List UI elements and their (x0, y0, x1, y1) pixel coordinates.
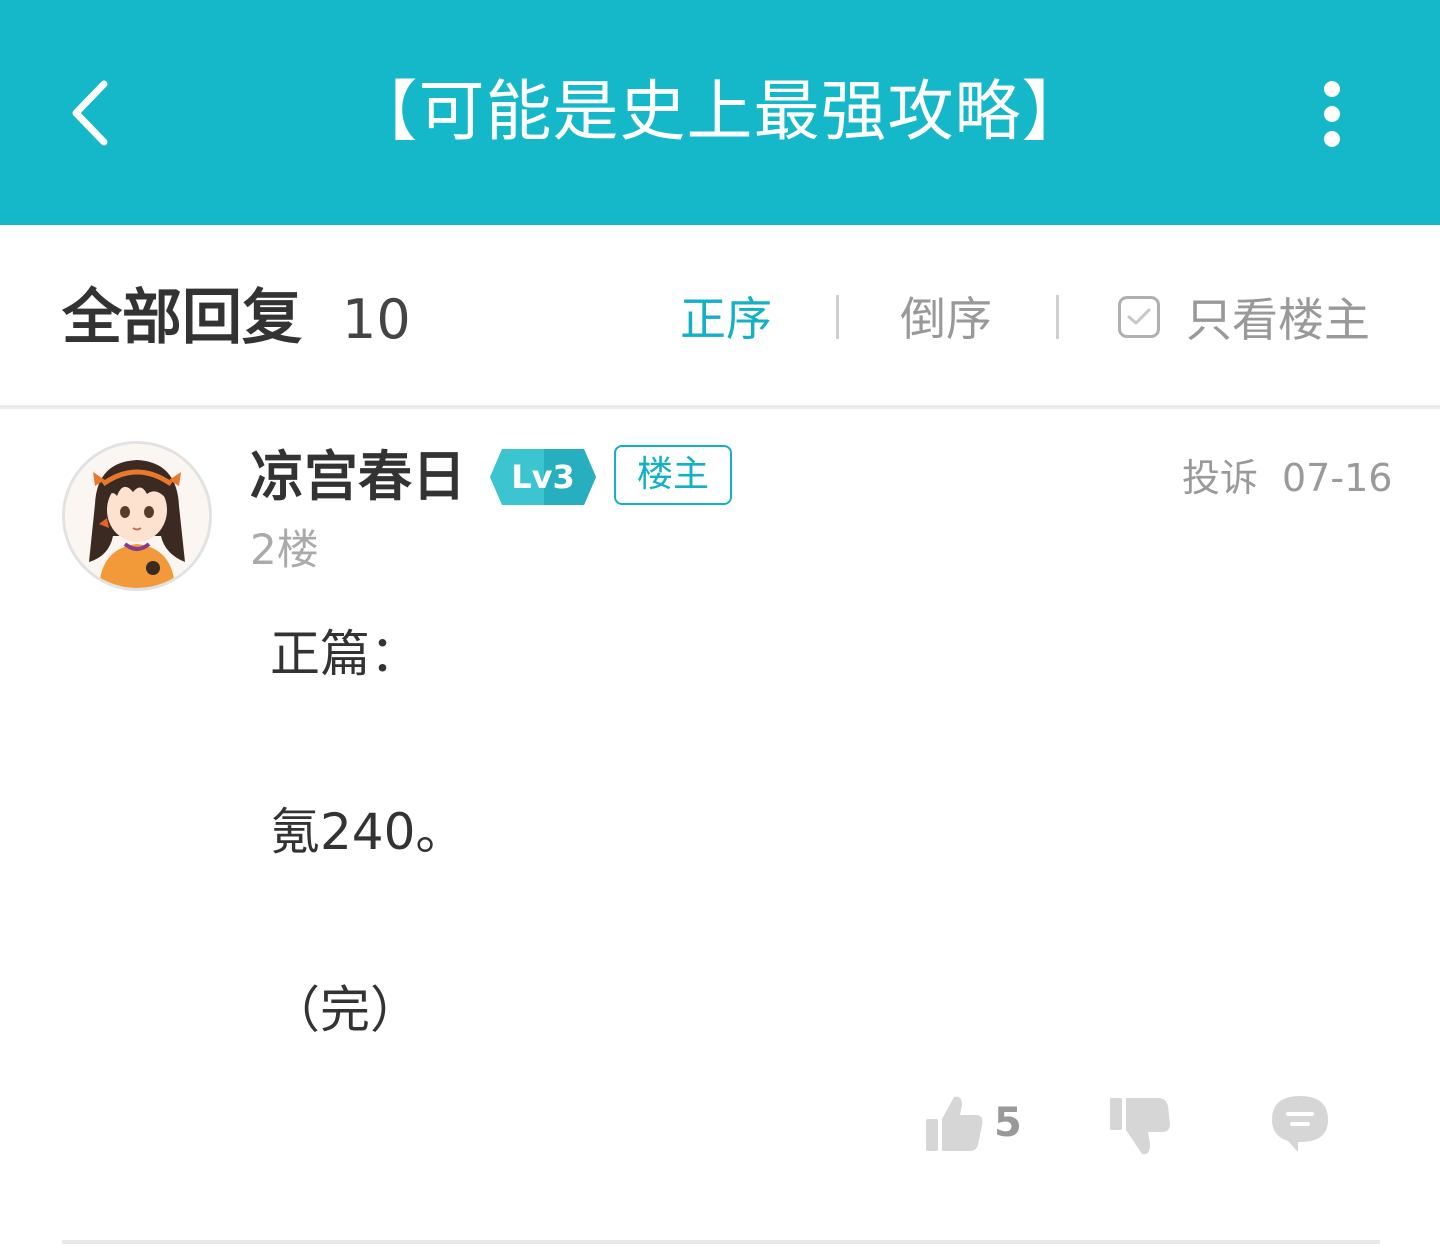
sort-ascending-button[interactable]: 正序 (680, 291, 772, 347)
like-button[interactable]: 5 (922, 1088, 1022, 1158)
replies-title: 全部回复 (62, 283, 302, 353)
divider (1056, 295, 1059, 339)
floor-number: 2楼 (250, 525, 319, 574)
level-badge: Lv3 (490, 449, 596, 505)
post-divider (62, 1240, 1380, 1244)
chevron-left-icon (72, 80, 108, 145)
report-button[interactable]: 投诉 (1182, 452, 1258, 504)
replies-toolbar: 全部回复 10 正序 倒序 只看楼主 (0, 225, 1440, 405)
level-text: Lv3 (511, 458, 575, 496)
app-header: 【可能是史上最强攻略】 (0, 0, 1440, 225)
op-only-checkbox[interactable] (1118, 296, 1160, 338)
dislike-button[interactable] (1108, 1094, 1172, 1158)
sort-descending-button[interactable]: 倒序 (900, 291, 992, 347)
op-only-toggle[interactable]: 只看楼主 (1118, 287, 1370, 347)
section-divider (0, 405, 1440, 409)
more-vertical-icon (1324, 81, 1340, 147)
replies-count: 10 (342, 288, 411, 351)
op-badge: 楼主 (614, 445, 732, 505)
reply-button[interactable] (1268, 1092, 1332, 1156)
op-only-label: 只看楼主 (1186, 293, 1370, 347)
more-options-button[interactable] (1300, 72, 1364, 156)
avatar-image (65, 444, 209, 588)
thumbs-down-icon (1110, 1098, 1170, 1155)
avatar[interactable] (62, 441, 212, 591)
comment-icon (1272, 1096, 1328, 1152)
level-badge-shape: Lv3 (490, 449, 596, 505)
check-icon (1127, 308, 1151, 325)
back-button[interactable] (55, 70, 125, 155)
post-date: 07-16 (1282, 456, 1393, 500)
username[interactable]: 凉宫春日 (250, 444, 466, 510)
post-content-line: 氪240。 (270, 803, 466, 861)
like-count: 5 (994, 1100, 1022, 1146)
post-content-line: 正篇： (270, 625, 420, 683)
thumbs-up-icon (926, 1096, 983, 1151)
post-content-line: （完） (270, 981, 420, 1039)
divider (836, 295, 839, 339)
page-title: 【可能是史上最强攻略】 (351, 73, 1089, 150)
